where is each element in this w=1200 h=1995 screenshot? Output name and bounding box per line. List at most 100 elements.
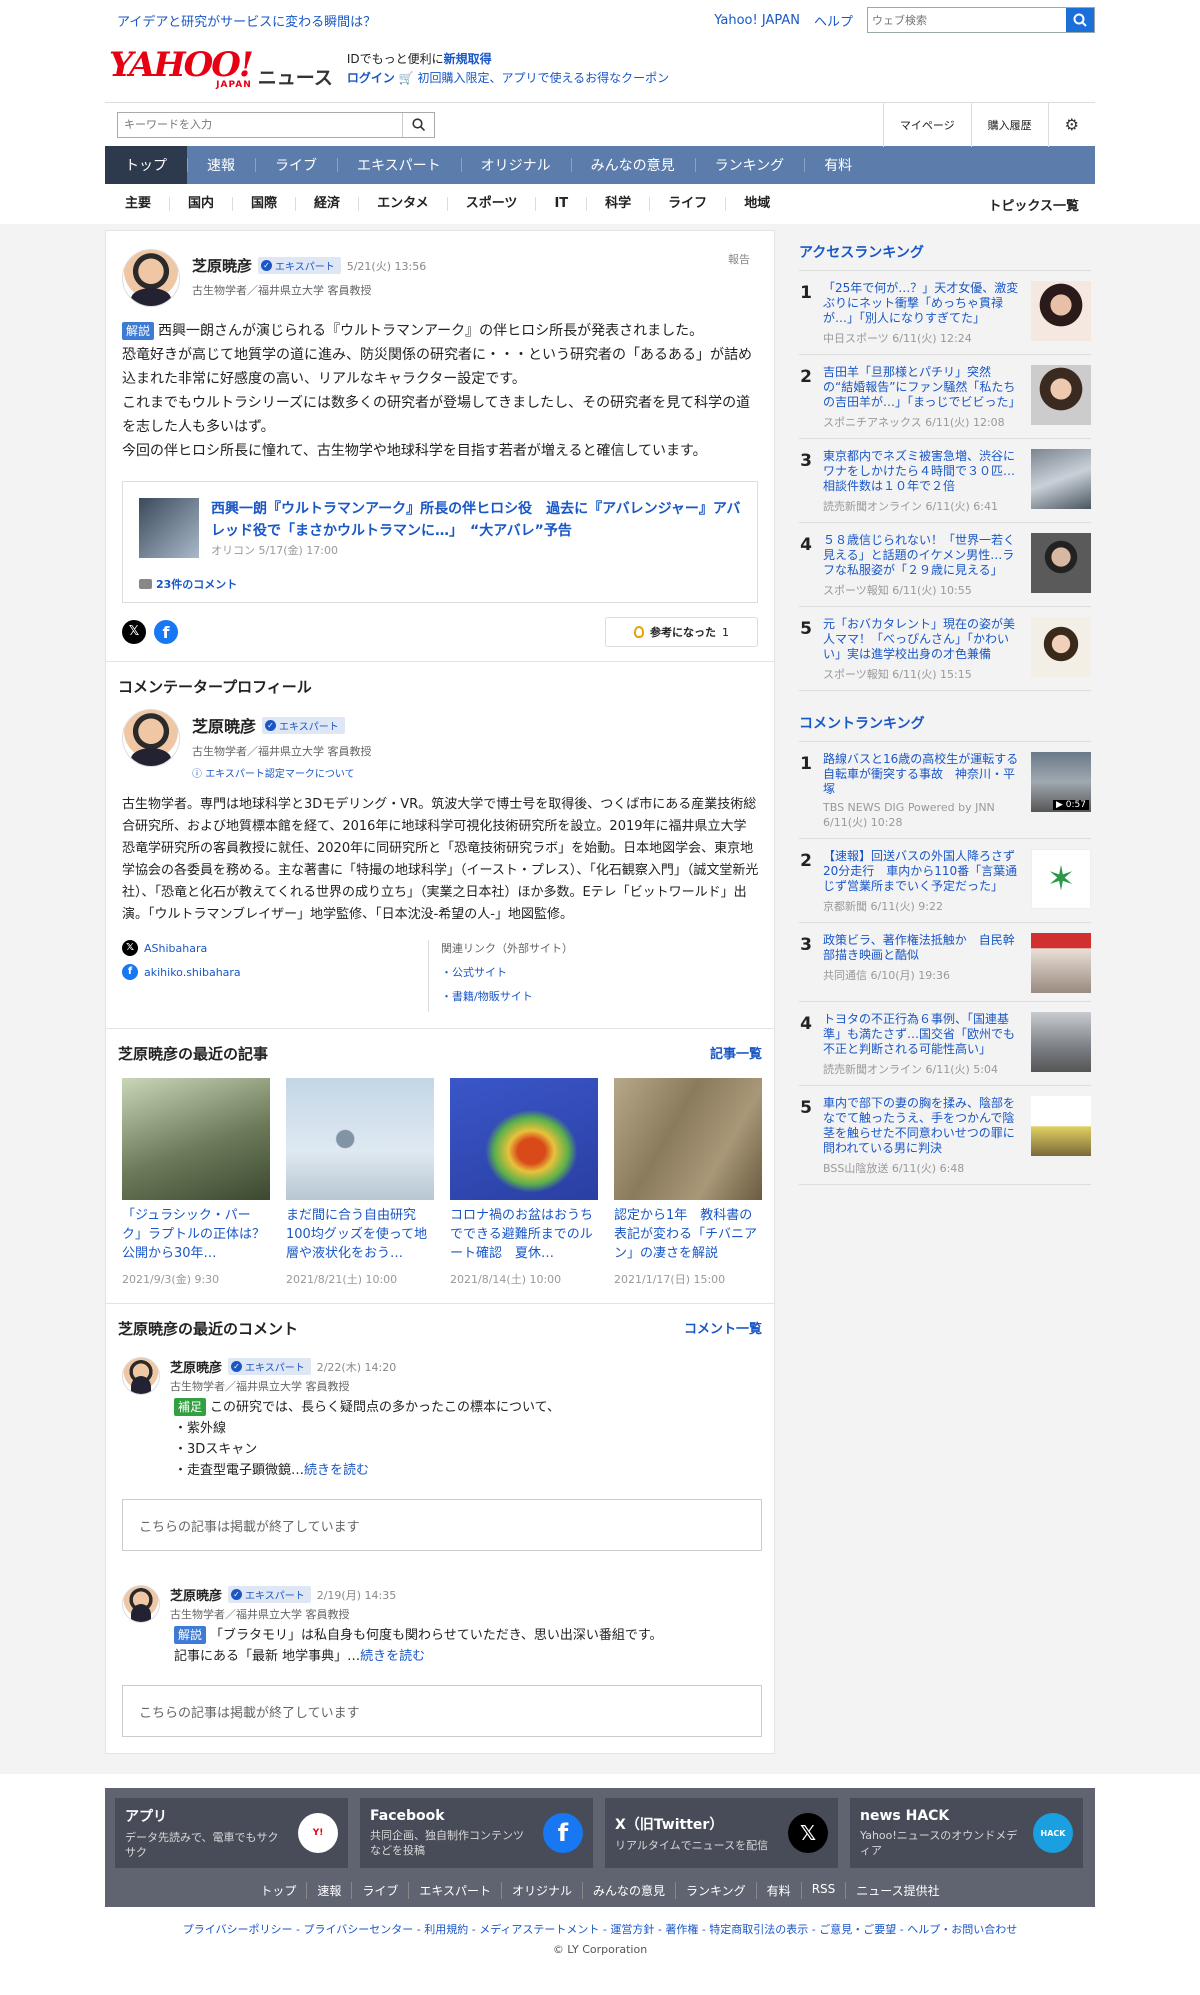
subnav-sports[interactable]: スポーツ	[448, 197, 537, 211]
article-list-link[interactable]: 記事一覧	[710, 1043, 762, 1064]
books-site-link[interactable]: ・書籍/物販サイト	[441, 988, 573, 1004]
footer-facebook-card[interactable]: Facebook 共同企画、独自制作コンテンツなどを投稿 f	[360, 1798, 593, 1868]
commenter-name[interactable]: 芝原暁彦	[170, 1585, 222, 1604]
expert-badge: ✓ エキスパート	[262, 716, 345, 734]
keyword-input[interactable]	[118, 112, 402, 137]
comment-count[interactable]: 23件のコメント	[139, 576, 741, 592]
official-site-link[interactable]: ・公式サイト	[441, 964, 573, 980]
web-search-button[interactable]	[1066, 8, 1094, 32]
nav-breaking[interactable]: 速報	[187, 146, 255, 184]
badge-label: エキスパート	[245, 1363, 305, 1374]
ranking-item[interactable]: 4 トヨタの不正行為６事例、「国連基準」も満たさず…国交省「欧州でも不正と判断され…	[799, 1002, 1091, 1086]
ranking-item[interactable]: 1 路線バスと16歳の高校生が運転する自転車が衝突する事故 神奈川・平塚 TBS N…	[799, 742, 1091, 839]
login-link[interactable]: ログイン	[347, 71, 395, 85]
subnav-economy[interactable]: 経済	[296, 197, 360, 211]
recent-article-card[interactable]: まだ間に合う自由研究 100均グッズを使って地層や液状化をおう… 2021/8/…	[286, 1078, 434, 1287]
recent-comments-heading: 芝原暁彦の最近のコメント	[118, 1320, 299, 1338]
read-more-link[interactable]: 続きを読む	[360, 1649, 425, 1664]
footer-link-breaking[interactable]: 速報	[306, 1882, 351, 1899]
subnav-domestic[interactable]: 国内	[170, 197, 234, 211]
footer-link-expert[interactable]: エキスパート	[408, 1882, 501, 1899]
web-search-input[interactable]	[868, 8, 1066, 32]
subnav-world[interactable]: 国際	[233, 197, 297, 211]
ranking-thumbnail	[1031, 281, 1091, 341]
ranking-thumbnail	[1031, 533, 1091, 593]
topics-list-link[interactable]: トピックス一覧	[988, 195, 1095, 214]
footer-link-ranking[interactable]: ランキング	[675, 1882, 756, 1899]
facebook-share-icon[interactable]: f	[154, 620, 178, 644]
subnav-science[interactable]: 科学	[587, 197, 651, 211]
coupon-link[interactable]: 初回購入限定、アプリで使えるお得なクーポン	[417, 71, 669, 85]
footer-link-rss[interactable]: RSS	[800, 1882, 846, 1899]
ranking-item[interactable]: 5 車内で部下の妻の胸を揉み、陰部をなでて触ったうえ、手をつかんで陰茎を触らせた不…	[799, 1086, 1091, 1185]
footer-link-original[interactable]: オリジナル	[501, 1882, 582, 1899]
nav-original[interactable]: オリジナル	[460, 146, 571, 184]
expert-mark-link[interactable]: ⓘ エキスパート認定マークについて	[192, 765, 372, 780]
subnav-it[interactable]: IT	[536, 197, 588, 211]
recent-article-card[interactable]: 「ジュラシック・パーク」ラプトルの正体は？ 公開から30年… 2021/9/3(…	[122, 1078, 270, 1287]
subnav-entertainment[interactable]: エンタメ	[359, 197, 448, 211]
facebook-icon: f	[122, 964, 138, 980]
nav-ranking[interactable]: ランキング	[694, 146, 805, 184]
ranking-item[interactable]: 3 政策ビラ、著作権法抵触か 自民幹部描き映画と酷似 共同通信 6/10(月) 19…	[799, 923, 1091, 1002]
nav-live[interactable]: ライブ	[255, 146, 337, 184]
profile-avatar[interactable]	[122, 709, 180, 767]
read-more-link[interactable]: 続きを読む	[304, 1463, 369, 1478]
x-icon: 𝕏	[122, 940, 138, 956]
footer-link-opinion[interactable]: みんなの意見	[582, 1882, 675, 1899]
nav-top[interactable]: トップ	[105, 146, 187, 184]
footer-link-paid[interactable]: 有料	[755, 1882, 801, 1899]
comment-line: 記事にある「最新 地学事典」…	[174, 1649, 361, 1664]
profile-name[interactable]: 芝原暁彦	[192, 713, 256, 737]
article-link-card[interactable]: 西興一朗『ウルトラマンアーク』所長の伴ヒロシ役 過去に『アバレンジャー』アバレッ…	[122, 481, 758, 603]
footer-x-card[interactable]: X（旧Twitter） リアルタイムでニュースを配信 𝕏	[605, 1798, 838, 1868]
avatar[interactable]	[122, 249, 180, 307]
helpful-button[interactable]: 参考になった 1	[605, 617, 758, 647]
article-source: オリコン 5/17(金) 17:00	[211, 544, 338, 557]
footer-app-card[interactable]: アプリ データ先読みで、電車でもサクサク Y!	[115, 1798, 348, 1868]
yahoo-japan-link[interactable]: Yahoo! JAPAN	[714, 13, 800, 28]
nav-paid[interactable]: 有料	[804, 146, 872, 184]
settings-button[interactable]: ⚙	[1047, 102, 1095, 147]
footer-link-top[interactable]: トップ	[250, 1882, 306, 1899]
ranking-item[interactable]: 2 【速報】回送バスの外国人降ろさず20分走行 車内から110番「言葉通じず営業所…	[799, 839, 1091, 923]
ranking-item[interactable]: 5 元「おバカタレント」現在の姿が美人ママ！「べっぴんさん」「かわいい」実は進学校…	[799, 607, 1091, 691]
commenter-name[interactable]: 芝原暁彦	[192, 255, 252, 276]
promo-link[interactable]: アイデアと研究がサービスに変わる瞬間は？	[105, 11, 376, 30]
yahoo-news-logo[interactable]: YAHOO! JAPAN ニュース	[109, 48, 333, 90]
profile-facebook-link[interactable]: f akihiko.shibahara	[122, 964, 428, 980]
ranking-item[interactable]: 4 ５８歳信じられない！「世界一若く見える」と話題のイケメン男性…ラフな私服姿が「…	[799, 523, 1091, 607]
nav-opinion[interactable]: みんなの意見	[570, 146, 695, 184]
nav-expert[interactable]: エキスパート	[337, 146, 461, 184]
avatar[interactable]	[122, 1585, 160, 1623]
footer-card-title: アプリ	[125, 1809, 167, 1825]
footer-link-providers[interactable]: ニュース提供社	[845, 1882, 949, 1899]
legal-links[interactable]: プライバシーポリシー - プライバシーセンター - 利用規約 - メディアステー…	[105, 1921, 1095, 1937]
main-nav: トップ 速報 ライブ エキスパート オリジナル みんなの意見 ランキング 有料	[105, 146, 1095, 184]
mypage-link[interactable]: マイページ	[882, 102, 971, 147]
x-share-icon[interactable]: 𝕏	[122, 620, 146, 644]
subnav-life[interactable]: ライフ	[650, 197, 727, 211]
recent-article-card[interactable]: コロナ禍のお盆はおうちでできる避難所までのルート確認 夏休… 2021/8/14…	[450, 1078, 598, 1287]
ranking-item[interactable]: 1 「25年で何が…？」天才女優、激変ぶりにネット衝撃「めっちゃ貫禄が…」「別人に…	[799, 271, 1091, 355]
commenter-name[interactable]: 芝原暁彦	[170, 1357, 222, 1376]
recent-article-card[interactable]: 認定から1年 教科書の表記が変わる「チバニアン」の凄さを解説 2021/1/17…	[614, 1078, 762, 1287]
report-link[interactable]: 報告	[728, 251, 750, 267]
footer-newshack-card[interactable]: news HACK Yahoo!ニュースのオウンドメディア HACK	[850, 1798, 1083, 1868]
rank-number: 3	[800, 451, 812, 471]
keyword-search-button[interactable]	[402, 112, 434, 137]
ranking-item[interactable]: 2 吉田羊「旦那様とパチリ」突然の“結婚報告”にファン騒然「私たちの吉田羊が…」「…	[799, 355, 1091, 439]
register-link[interactable]: 新規取得	[444, 52, 492, 66]
subnav-main[interactable]: 主要	[105, 197, 171, 211]
purchase-history-link[interactable]: 購入履歴	[970, 102, 1048, 147]
avatar[interactable]	[122, 1357, 160, 1395]
comment-list-link[interactable]: コメント一覧	[684, 1318, 762, 1339]
expert-badge: ✓ エキスパート	[228, 1358, 311, 1375]
help-link[interactable]: ヘルプ	[814, 11, 853, 30]
ranking-item[interactable]: 3 東京都内でネズミ被害急増、渋谷にワナをしかけたら４時間で３０匹…相談件数は１０…	[799, 439, 1091, 523]
profile-x-link[interactable]: 𝕏 AShibahara	[122, 940, 428, 956]
subnav-local[interactable]: 地域	[726, 197, 788, 211]
logo-news: ニュース	[257, 67, 333, 89]
footer-link-live[interactable]: ライブ	[351, 1882, 408, 1899]
access-ranking-heading: アクセスランキング	[799, 230, 1091, 271]
